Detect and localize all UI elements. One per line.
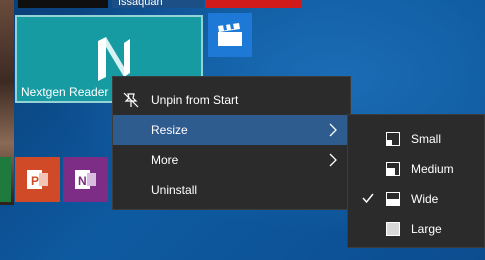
menu-item-label: More	[151, 153, 179, 167]
green-app-tile[interactable]	[0, 157, 11, 202]
powerpoint-icon: P	[27, 170, 48, 189]
tile-context-menu: Unpin from Start Resize More Uninstall	[112, 76, 351, 210]
chevron-right-icon	[329, 153, 337, 167]
resize-wide-item[interactable]: Wide	[348, 184, 484, 214]
size-small-icon	[386, 132, 400, 146]
resize-large-item[interactable]: Large	[348, 214, 484, 244]
resize-item[interactable]: Resize	[113, 115, 350, 145]
video-tile[interactable]	[208, 13, 252, 57]
submenu-item-label: Large	[411, 222, 442, 236]
size-large-icon	[386, 222, 400, 236]
unpin-icon	[123, 92, 139, 108]
size-wide-icon	[386, 192, 400, 206]
size-medium-icon	[386, 162, 400, 176]
dark-tile[interactable]	[18, 0, 108, 8]
onenote-icon: N	[75, 170, 96, 189]
powerpoint-tile[interactable]: P	[15, 157, 60, 202]
unpin-from-start-item[interactable]: Unpin from Start	[113, 85, 350, 115]
resize-medium-item[interactable]: Medium	[348, 154, 484, 184]
onenote-tile[interactable]: N	[63, 157, 108, 202]
weather-tile-label: Issaquah	[118, 0, 163, 8]
submenu-item-label: Wide	[411, 192, 439, 206]
uninstall-item[interactable]: Uninstall	[113, 175, 350, 205]
chevron-right-icon	[329, 123, 337, 137]
resize-submenu: Small Medium Wide Large	[347, 114, 485, 248]
more-item[interactable]: More	[113, 145, 350, 175]
checkmark-icon	[362, 193, 374, 204]
resize-small-item[interactable]: Small	[348, 124, 484, 154]
menu-item-label: Uninstall	[151, 183, 198, 197]
clapperboard-icon	[218, 23, 242, 46]
svg-text:P: P	[31, 174, 39, 188]
svg-text:N: N	[78, 174, 87, 188]
nextgen-reader-label: Nextgen Reader	[21, 85, 109, 99]
menu-item-label: Resize	[151, 123, 188, 137]
red-tile[interactable]	[205, 0, 302, 8]
submenu-item-label: Medium	[411, 162, 454, 176]
submenu-item-label: Small	[411, 132, 442, 146]
menu-item-label: Unpin from Start	[151, 93, 239, 107]
